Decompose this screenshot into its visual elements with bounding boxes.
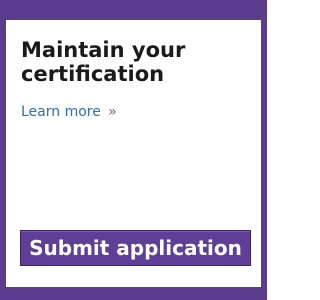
- promo-title: Maintain your certification: [21, 38, 186, 86]
- double-chevron-right-icon: »: [108, 104, 117, 120]
- submit-application-button[interactable]: Submit application: [20, 230, 251, 266]
- learn-more-label: Learn more: [21, 104, 101, 120]
- learn-more-link[interactable]: Learn more »: [21, 103, 117, 121]
- promo-frame: Maintain your certification Learn more »…: [0, 0, 267, 300]
